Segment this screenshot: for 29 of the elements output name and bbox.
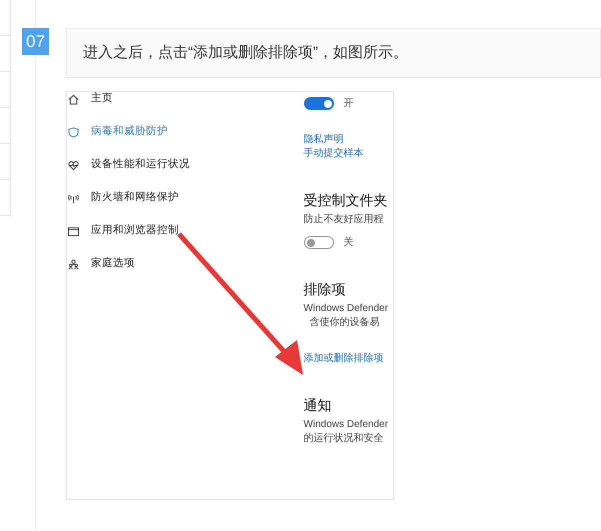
description-text: Windows Defender	[304, 418, 390, 432]
toggle-label: 开	[344, 97, 354, 111]
nav-item[interactable]: 主页	[91, 92, 113, 107]
home-icon	[68, 94, 79, 104]
description-text: 含使你的设备易	[308, 316, 381, 330]
window-icon	[68, 226, 79, 236]
nav-item[interactable]: 家庭选项	[91, 256, 135, 272]
nav-item[interactable]: 防火墙和网络保护	[91, 190, 179, 206]
section-heading: 通知	[304, 396, 333, 414]
toggle-switch[interactable]	[304, 236, 334, 249]
link[interactable]: 隐私声明	[304, 133, 393, 147]
nav-item[interactable]: 病毒和威胁防护	[91, 124, 168, 140]
toggle-label: 关	[344, 236, 354, 250]
toggle-switch[interactable]	[304, 97, 334, 110]
antenna-icon	[68, 192, 79, 204]
description-text: 防止不友好应用程	[304, 213, 385, 227]
link[interactable]: 添加或删除排除项	[304, 352, 393, 366]
instruction-text: 进入之后，点击“添加或删除排除项”，如图所示。	[83, 42, 408, 63]
people-icon	[68, 258, 79, 270]
step-number: 07	[22, 28, 49, 55]
heart-icon	[68, 160, 79, 170]
description-text: 的运行状况和安全	[304, 432, 385, 446]
shield-icon	[68, 126, 79, 138]
link[interactable]: 手动提交样本	[304, 147, 393, 161]
nav-item[interactable]: 应用和浏览器控制	[91, 223, 179, 239]
section-heading: 受控制文件夹	[304, 191, 389, 209]
nav-item[interactable]: 设备性能和运行状况	[91, 157, 190, 173]
section-heading: 排除项	[304, 280, 347, 298]
description-text: Windows Defender	[304, 302, 390, 316]
